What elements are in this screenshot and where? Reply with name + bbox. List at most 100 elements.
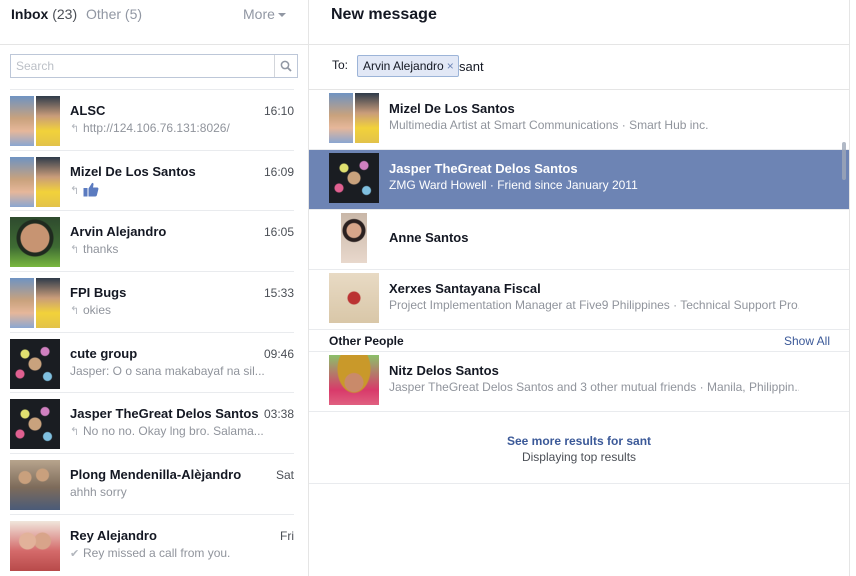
- result-name: Xerxes Santayana Fiscal: [389, 281, 541, 296]
- thread-snippet: ✔ Rey missed a call from you.: [70, 546, 270, 560]
- compose-pane: New message To: Arvin Alejandro × Mizel …: [309, 0, 849, 576]
- thread-name: Plong Mendenilla-Alèjandro: [70, 467, 242, 483]
- avatar: [10, 278, 60, 329]
- result-subtitle: Multimedia Artist at Smart Communication…: [389, 118, 709, 132]
- result-name: Mizel De Los Santos: [389, 101, 515, 116]
- reply-icon: ↰: [70, 244, 80, 257]
- displaying-top-text: Displaying top results: [521, 450, 637, 464]
- result-row[interactable]: Nitz Delos Santos Jasper TheGreat Delos S…: [309, 352, 849, 412]
- show-all-link[interactable]: Show All: [784, 334, 830, 348]
- more-label: More: [243, 6, 275, 22]
- avatar: [10, 338, 60, 389]
- remove-recipient-icon[interactable]: ×: [447, 56, 454, 76]
- thread-snippet-text: okies: [83, 303, 112, 318]
- other-people-list: Nitz Delos Santos Jasper TheGreat Delos S…: [309, 352, 849, 412]
- compose-title: New message: [331, 6, 437, 23]
- tab-other-label: Other: [86, 6, 122, 22]
- thread-row[interactable]: cute group 09:46 Jasper: O o sana makabaya…: [10, 331, 294, 393]
- result-name: Jasper TheGreat Delos Santos: [389, 161, 578, 176]
- recipient-token-label: Arvin Alejandro: [363, 59, 444, 73]
- thread-snippet-text: No no no. Okay lng bro. Salama...: [83, 424, 264, 439]
- tab-other[interactable]: Other (5): [86, 6, 142, 22]
- tab-inbox[interactable]: Inbox (23): [11, 6, 77, 22]
- thread-row[interactable]: Mizel De Los Santos 16:09 ↰: [10, 149, 294, 211]
- result-name: Nitz Delos Santos: [389, 363, 499, 378]
- result-name: Anne Santos: [389, 230, 469, 245]
- thread-snippet: ↰ thanks: [70, 242, 270, 256]
- thread-time: Fri: [280, 528, 294, 543]
- avatar: [329, 273, 379, 323]
- thread-snippet-text: thanks: [83, 242, 119, 257]
- other-people-title: Other People: [329, 334, 404, 348]
- thread-row[interactable]: ALSC 16:10 ↰ http://124.106.76.131:8026/: [10, 89, 294, 150]
- result-row[interactable]: Mizel De Los Santos Multimedia Artist at …: [309, 90, 849, 150]
- other-people-header: Other People Show All: [309, 330, 849, 352]
- thread-row[interactable]: Rey Alejandro Fri ✔ Rey missed a call from …: [10, 513, 294, 575]
- thread-snippet: ahhh sorry: [70, 485, 270, 499]
- search-icon: [280, 60, 292, 72]
- to-label: To:: [332, 58, 349, 72]
- thread-name: Jasper TheGreat Delos Santos: [70, 406, 259, 422]
- reply-icon: ↰: [70, 123, 80, 135]
- reply-icon: ↰: [70, 184, 80, 197]
- avatar: [329, 93, 379, 143]
- tab-other-count: (5): [124, 6, 143, 22]
- reply-icon: ↰: [70, 305, 80, 318]
- result-row[interactable]: Jasper TheGreat Delos Santos ZMG Ward How…: [309, 150, 849, 210]
- recipient-row: To: Arvin Alejandro ×: [309, 45, 849, 89]
- thread-snippet: ↰: [70, 182, 270, 197]
- avatar: [10, 156, 60, 207]
- thread-time: 03:38: [263, 407, 294, 422]
- thread-row[interactable]: Arvin Alejandro 16:05 ↰ thanks: [10, 210, 294, 271]
- thread-row[interactable]: Plong Mendenilla-Alèjandro Sat ahhh sorry: [10, 453, 294, 514]
- result-list: Mizel De Los Santos Multimedia Artist at …: [309, 90, 849, 330]
- thread-time: 16:09: [263, 164, 294, 179]
- avatar: [10, 520, 60, 571]
- thread-row[interactable]: FPI Bugs 15:33 ↰ okies: [10, 271, 294, 332]
- reply-icon: ↰: [70, 426, 80, 439]
- avatar: [329, 153, 379, 203]
- search-box: [10, 54, 298, 78]
- results-scrollbar[interactable]: [842, 142, 846, 180]
- thread-row[interactable]: Jasper TheGreat Delos Santos 03:38 ↰ No no …: [10, 392, 294, 453]
- thread-name: Rey Alejandro: [70, 527, 157, 543]
- thread-time: 16:05: [263, 225, 294, 240]
- thread-time: 16:10: [263, 104, 294, 118]
- thread-name: cute group: [70, 345, 138, 361]
- avatar: [10, 460, 60, 511]
- thread-name: Arvin Alejandro: [70, 224, 167, 240]
- check-icon: ✔: [70, 547, 80, 560]
- result-row[interactable]: Xerxes Santayana Fiscal Project Implement…: [309, 270, 849, 330]
- result-subtitle: ZMG Ward Howell · Friend since January 2…: [389, 178, 638, 192]
- thread-snippet: ↰ http://124.106.76.131:8026/: [70, 121, 270, 135]
- recipient-token[interactable]: Arvin Alejandro ×: [357, 55, 459, 77]
- thread-name: ALSC: [70, 103, 106, 118]
- result-row[interactable]: Anne Santos: [309, 210, 849, 270]
- thread-name: FPI Bugs: [70, 285, 127, 301]
- thread-snippet-text: Jasper: O o sana makabayaf na sil...: [70, 363, 265, 378]
- chevron-down-icon: [277, 13, 286, 18]
- folder-tabs: Inbox (23) Other (5) More: [0, 0, 308, 30]
- result-subtitle: Jasper TheGreat Delos Santos and 3 other…: [389, 380, 799, 394]
- thread-snippet: ↰ No no no. Okay lng bro. Salama...: [70, 424, 270, 438]
- thread-snippet: Jasper: O o sana makabayaf na sil...: [70, 364, 270, 378]
- thread-pane: Inbox (23) Other (5) More ALSC 16:10 ↰http…: [0, 0, 308, 576]
- avatar: [329, 355, 379, 405]
- recipient-input[interactable]: [459, 57, 659, 75]
- result-subtitle: Project Implementation Manager at Five9 …: [389, 298, 799, 312]
- more-dropdown[interactable]: More: [243, 6, 286, 22]
- avatar: [10, 399, 60, 450]
- thread-snippet-text: Rey missed a call from you.: [83, 545, 231, 560]
- search-button[interactable]: [274, 55, 297, 77]
- avatar: [10, 96, 60, 146]
- search-input[interactable]: [11, 55, 275, 77]
- thread-snippet: ↰ okies: [70, 303, 270, 317]
- typeahead-results: Mizel De Los Santos Multimedia Artist at …: [309, 90, 849, 484]
- see-more-link[interactable]: See more results for sant: [309, 434, 849, 448]
- thread-time: 15:33: [263, 286, 294, 301]
- thumbs-up-icon: [83, 182, 99, 197]
- avatar: [10, 217, 60, 268]
- thread-list: ALSC 16:10 ↰ http://124.106.76.131:8026/Miz…: [0, 89, 308, 575]
- more-results-block: See more results for sant Displaying top…: [309, 412, 849, 484]
- thread-name: Mizel De Los Santos: [70, 163, 196, 179]
